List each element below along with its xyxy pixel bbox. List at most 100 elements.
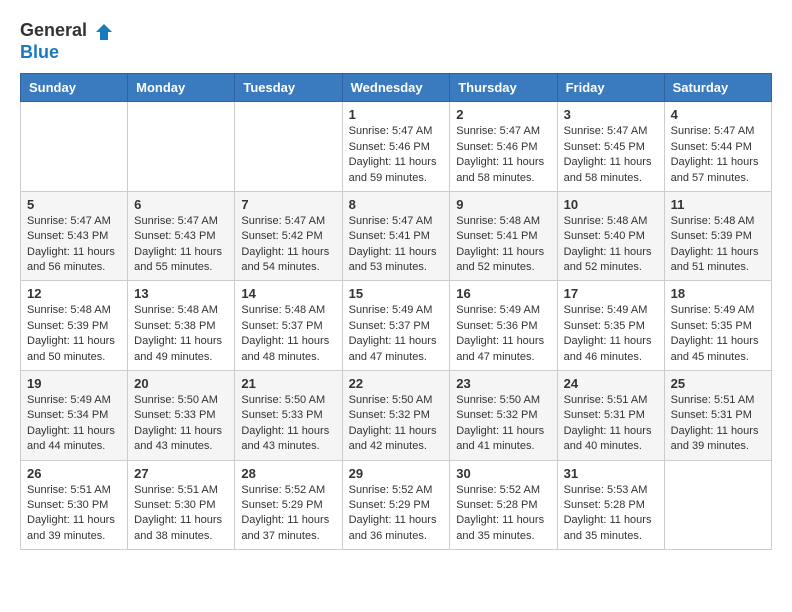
calendar-cell: 21 Sunrise: 5:50 AM Sunset: 5:33 PM Dayl… xyxy=(235,371,342,461)
calendar-cell: 13 Sunrise: 5:48 AM Sunset: 5:38 PM Dayl… xyxy=(128,281,235,371)
sunrise-text: Sunrise: 5:48 AM xyxy=(671,215,755,227)
day-info: Sunrise: 5:47 AM Sunset: 5:43 PM Dayligh… xyxy=(27,214,121,276)
daylight-text: Daylight: 11 hours and 38 minutes. xyxy=(134,514,222,541)
daylight-text: Daylight: 11 hours and 51 minutes. xyxy=(671,246,759,273)
day-info: Sunrise: 5:48 AM Sunset: 5:39 PM Dayligh… xyxy=(27,303,121,365)
calendar-table: SundayMondayTuesdayWednesdayThursdayFrid… xyxy=(20,73,772,550)
day-number: 28 xyxy=(241,466,335,481)
daylight-text: Daylight: 11 hours and 39 minutes. xyxy=(27,514,115,541)
column-header-friday: Friday xyxy=(557,74,664,102)
day-number: 1 xyxy=(349,107,444,122)
day-info: Sunrise: 5:51 AM Sunset: 5:31 PM Dayligh… xyxy=(564,393,658,455)
calendar-cell: 18 Sunrise: 5:49 AM Sunset: 5:35 PM Dayl… xyxy=(664,281,771,371)
sunset-text: Sunset: 5:45 PM xyxy=(564,141,645,153)
sunrise-text: Sunrise: 5:52 AM xyxy=(456,484,540,496)
day-number: 27 xyxy=(134,466,228,481)
day-info: Sunrise: 5:48 AM Sunset: 5:41 PM Dayligh… xyxy=(456,214,550,276)
day-info: Sunrise: 5:52 AM Sunset: 5:28 PM Dayligh… xyxy=(456,483,550,545)
column-header-saturday: Saturday xyxy=(664,74,771,102)
sunrise-text: Sunrise: 5:48 AM xyxy=(564,215,648,227)
calendar-cell: 2 Sunrise: 5:47 AM Sunset: 5:46 PM Dayli… xyxy=(450,102,557,192)
day-info: Sunrise: 5:47 AM Sunset: 5:45 PM Dayligh… xyxy=(564,124,658,186)
header: General Blue xyxy=(20,20,772,63)
day-info: Sunrise: 5:50 AM Sunset: 5:32 PM Dayligh… xyxy=(456,393,550,455)
calendar-cell: 14 Sunrise: 5:48 AM Sunset: 5:37 PM Dayl… xyxy=(235,281,342,371)
daylight-text: Daylight: 11 hours and 58 minutes. xyxy=(564,156,652,183)
sunset-text: Sunset: 5:39 PM xyxy=(27,320,108,332)
calendar-cell: 23 Sunrise: 5:50 AM Sunset: 5:32 PM Dayl… xyxy=(450,371,557,461)
sunset-text: Sunset: 5:39 PM xyxy=(671,230,752,242)
sunset-text: Sunset: 5:44 PM xyxy=(671,141,752,153)
sunset-text: Sunset: 5:37 PM xyxy=(241,320,322,332)
day-info: Sunrise: 5:49 AM Sunset: 5:34 PM Dayligh… xyxy=(27,393,121,455)
sunset-text: Sunset: 5:40 PM xyxy=(564,230,645,242)
day-info: Sunrise: 5:50 AM Sunset: 5:33 PM Dayligh… xyxy=(241,393,335,455)
day-number: 6 xyxy=(134,197,228,212)
week-row-1: 1 Sunrise: 5:47 AM Sunset: 5:46 PM Dayli… xyxy=(21,102,772,192)
week-row-5: 26 Sunrise: 5:51 AM Sunset: 5:30 PM Dayl… xyxy=(21,460,772,550)
calendar-cell: 11 Sunrise: 5:48 AM Sunset: 5:39 PM Dayl… xyxy=(664,191,771,281)
calendar-cell: 1 Sunrise: 5:47 AM Sunset: 5:46 PM Dayli… xyxy=(342,102,450,192)
logo-text: General Blue xyxy=(20,20,114,63)
sunset-text: Sunset: 5:28 PM xyxy=(456,499,537,511)
day-number: 15 xyxy=(349,286,444,301)
calendar-cell: 12 Sunrise: 5:48 AM Sunset: 5:39 PM Dayl… xyxy=(21,281,128,371)
day-info: Sunrise: 5:50 AM Sunset: 5:32 PM Dayligh… xyxy=(349,393,444,455)
sunrise-text: Sunrise: 5:49 AM xyxy=(27,394,111,406)
day-info: Sunrise: 5:49 AM Sunset: 5:35 PM Dayligh… xyxy=(564,303,658,365)
day-number: 24 xyxy=(564,376,658,391)
calendar-cell: 22 Sunrise: 5:50 AM Sunset: 5:32 PM Dayl… xyxy=(342,371,450,461)
day-info: Sunrise: 5:48 AM Sunset: 5:38 PM Dayligh… xyxy=(134,303,228,365)
daylight-text: Daylight: 11 hours and 56 minutes. xyxy=(27,246,115,273)
day-info: Sunrise: 5:47 AM Sunset: 5:43 PM Dayligh… xyxy=(134,214,228,276)
day-number: 23 xyxy=(456,376,550,391)
sunrise-text: Sunrise: 5:48 AM xyxy=(241,304,325,316)
sunrise-text: Sunrise: 5:50 AM xyxy=(241,394,325,406)
week-row-4: 19 Sunrise: 5:49 AM Sunset: 5:34 PM Dayl… xyxy=(21,371,772,461)
day-number: 13 xyxy=(134,286,228,301)
calendar-cell: 27 Sunrise: 5:51 AM Sunset: 5:30 PM Dayl… xyxy=(128,460,235,550)
day-number: 30 xyxy=(456,466,550,481)
day-number: 11 xyxy=(671,197,765,212)
daylight-text: Daylight: 11 hours and 55 minutes. xyxy=(134,246,222,273)
day-info: Sunrise: 5:49 AM Sunset: 5:37 PM Dayligh… xyxy=(349,303,444,365)
sunrise-text: Sunrise: 5:50 AM xyxy=(134,394,218,406)
sunrise-text: Sunrise: 5:51 AM xyxy=(27,484,111,496)
daylight-text: Daylight: 11 hours and 37 minutes. xyxy=(241,514,329,541)
sunset-text: Sunset: 5:46 PM xyxy=(456,141,537,153)
sunrise-text: Sunrise: 5:49 AM xyxy=(349,304,433,316)
sunset-text: Sunset: 5:30 PM xyxy=(27,499,108,511)
sunset-text: Sunset: 5:35 PM xyxy=(671,320,752,332)
daylight-text: Daylight: 11 hours and 52 minutes. xyxy=(564,246,652,273)
sunset-text: Sunset: 5:41 PM xyxy=(349,230,430,242)
sunset-text: Sunset: 5:42 PM xyxy=(241,230,322,242)
sunrise-text: Sunrise: 5:48 AM xyxy=(456,215,540,227)
calendar-cell: 15 Sunrise: 5:49 AM Sunset: 5:37 PM Dayl… xyxy=(342,281,450,371)
column-header-monday: Monday xyxy=(128,74,235,102)
calendar-cell: 31 Sunrise: 5:53 AM Sunset: 5:28 PM Dayl… xyxy=(557,460,664,550)
header-row: SundayMondayTuesdayWednesdayThursdayFrid… xyxy=(21,74,772,102)
sunset-text: Sunset: 5:34 PM xyxy=(27,409,108,421)
sunrise-text: Sunrise: 5:51 AM xyxy=(134,484,218,496)
daylight-text: Daylight: 11 hours and 58 minutes. xyxy=(456,156,544,183)
sunrise-text: Sunrise: 5:47 AM xyxy=(456,125,540,137)
day-info: Sunrise: 5:53 AM Sunset: 5:28 PM Dayligh… xyxy=(564,483,658,545)
day-info: Sunrise: 5:52 AM Sunset: 5:29 PM Dayligh… xyxy=(241,483,335,545)
calendar-cell: 10 Sunrise: 5:48 AM Sunset: 5:40 PM Dayl… xyxy=(557,191,664,281)
calendar-cell: 16 Sunrise: 5:49 AM Sunset: 5:36 PM Dayl… xyxy=(450,281,557,371)
day-info: Sunrise: 5:51 AM Sunset: 5:30 PM Dayligh… xyxy=(134,483,228,545)
daylight-text: Daylight: 11 hours and 43 minutes. xyxy=(241,425,329,452)
calendar-cell: 24 Sunrise: 5:51 AM Sunset: 5:31 PM Dayl… xyxy=(557,371,664,461)
logo: General Blue xyxy=(20,20,114,63)
day-info: Sunrise: 5:49 AM Sunset: 5:35 PM Dayligh… xyxy=(671,303,765,365)
calendar-cell: 30 Sunrise: 5:52 AM Sunset: 5:28 PM Dayl… xyxy=(450,460,557,550)
sunrise-text: Sunrise: 5:49 AM xyxy=(456,304,540,316)
daylight-text: Daylight: 11 hours and 43 minutes. xyxy=(134,425,222,452)
column-header-wednesday: Wednesday xyxy=(342,74,450,102)
daylight-text: Daylight: 11 hours and 59 minutes. xyxy=(349,156,437,183)
sunrise-text: Sunrise: 5:47 AM xyxy=(349,125,433,137)
daylight-text: Daylight: 11 hours and 36 minutes. xyxy=(349,514,437,541)
daylight-text: Daylight: 11 hours and 47 minutes. xyxy=(349,335,437,362)
sunrise-text: Sunrise: 5:51 AM xyxy=(671,394,755,406)
day-number: 9 xyxy=(456,197,550,212)
